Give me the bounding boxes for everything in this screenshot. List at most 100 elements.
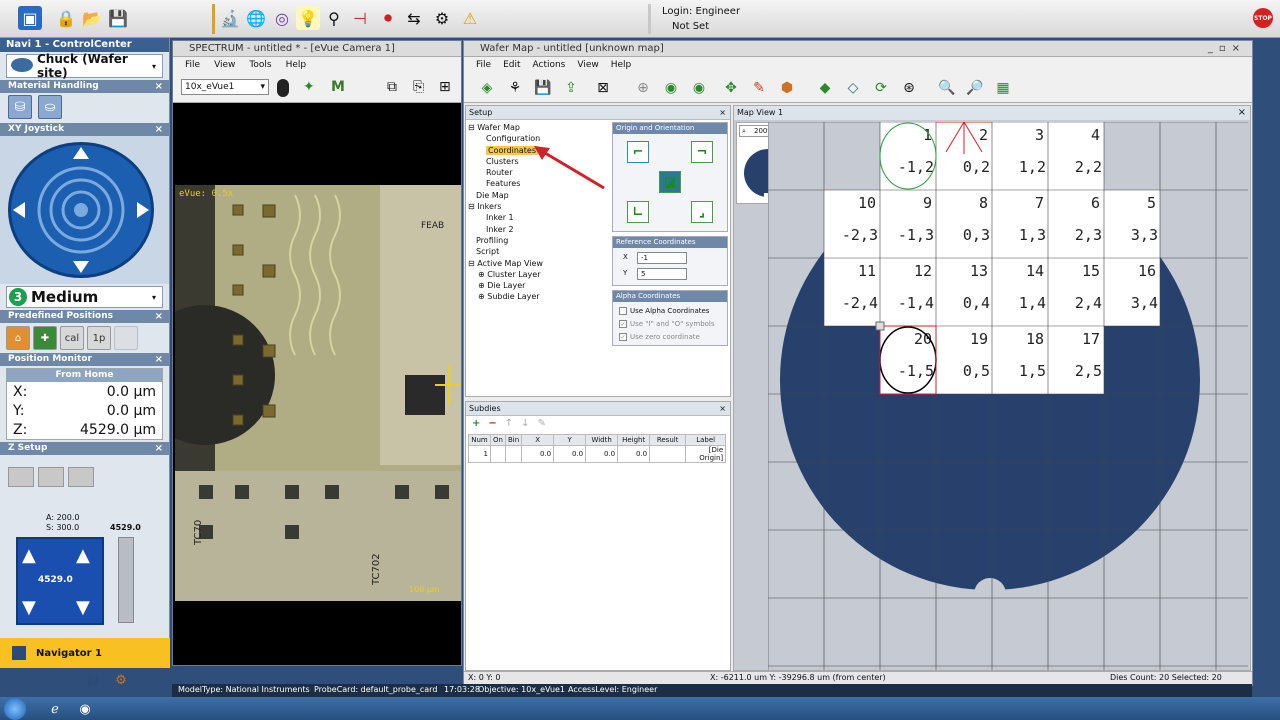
z-separate-icon[interactable] [38, 467, 64, 487]
origin-top-left-button[interactable]: ⌐ [627, 141, 649, 163]
lock-icon[interactable]: 🔒 [54, 6, 78, 30]
tree-item-inker-2[interactable]: Inker 2 [468, 224, 608, 235]
table-row[interactable]: 1 0.0 0.0 0.0 0.0 [Die Origin] [468, 445, 727, 463]
col-bin[interactable]: Bin [504, 434, 523, 446]
speed-selector[interactable]: 3 Medium ▾ [6, 286, 163, 308]
tree-item-configuration[interactable]: Configuration [468, 133, 608, 144]
use-alpha-checkbox[interactable]: Use Alpha Coordinates [619, 307, 709, 315]
chuck-selector[interactable]: Chuck (Wafer site) ▾ [6, 52, 163, 80]
record-icon[interactable]: ⏺ [376, 6, 400, 30]
measure-icon[interactable]: M [331, 79, 345, 95]
ink-icon[interactable]: ✎ [748, 77, 770, 99]
origin-bottom-right-button[interactable]: ⌟ [691, 201, 713, 223]
ref-x-input[interactable]: -1 [637, 252, 687, 264]
zoom-in-icon[interactable]: 🔍 [936, 77, 958, 99]
col-x[interactable]: X [521, 434, 555, 446]
z-contact-icon[interactable] [8, 467, 34, 487]
tree-item-die-layer[interactable]: ⊕ Die Layer [468, 280, 608, 291]
menu-file[interactable]: File [185, 60, 200, 70]
col-result[interactable]: Result [649, 434, 687, 446]
joystick-pad[interactable] [8, 142, 154, 278]
col-label[interactable]: Label [685, 434, 727, 446]
z-up-arrow-icon[interactable]: ▲ [22, 545, 36, 566]
1p-position-button[interactable]: 1p [87, 326, 111, 350]
settings-tray-icon[interactable]: ⚙ [112, 671, 130, 689]
tree-item-wafer-map[interactable]: ⊟ Wafer Map [468, 122, 608, 133]
tree-item-inker-1[interactable]: Inker 1 [468, 212, 608, 223]
menu-view[interactable]: View [214, 60, 235, 70]
z-down-arrow-icon[interactable]: ▼ [22, 597, 36, 618]
origin-center-button[interactable]: ◪ [659, 171, 681, 193]
profile-icon[interactable]: ⬢ [776, 77, 798, 99]
light-icon[interactable] [277, 79, 289, 97]
close-icon[interactable]: × [719, 106, 726, 120]
add-icon[interactable]: + [472, 418, 480, 429]
close-icon[interactable]: × [1238, 106, 1246, 120]
xy-joystick[interactable] [0, 136, 169, 284]
needle-icon[interactable]: ⊣ [348, 6, 372, 30]
col-height[interactable]: Height [617, 434, 651, 446]
probe-icon[interactable]: ⚲ [322, 6, 346, 30]
step-first-icon[interactable]: ⊕ [632, 77, 654, 99]
tree-item-cluster-layer[interactable]: ⊕ Cluster Layer [468, 269, 608, 280]
col-width[interactable]: Width [585, 434, 619, 446]
camera-settings-icon[interactable]: ⊞ [439, 79, 451, 95]
target-icon[interactable]: ◎ [270, 6, 294, 30]
move-to-icon[interactable]: ◆ [814, 77, 836, 99]
open-folder-icon[interactable]: 📂 [80, 6, 104, 30]
grid-icon[interactable]: ▦ [992, 77, 1014, 99]
new-map-icon[interactable]: ◈ [476, 77, 498, 99]
menu-tools[interactable]: Tools [249, 60, 271, 70]
step-prev-icon[interactable]: ◉ [660, 77, 682, 99]
run-icon[interactable]: ⊛ [898, 77, 920, 99]
light-bulb-icon[interactable]: 💡 [296, 6, 320, 30]
menu-actions[interactable]: Actions [533, 60, 566, 70]
tree-item-script[interactable]: Script [468, 246, 608, 257]
transfer-icon[interactable]: ⇆ [402, 6, 426, 30]
navigator-tab[interactable]: Navigator 1 [0, 638, 170, 668]
start-button[interactable] [4, 698, 26, 720]
close-icon[interactable]: × [719, 402, 726, 416]
z-control-pad[interactable]: ▲ ▲ 4529.0 ▼ ▼ [16, 537, 104, 625]
z-down-fast-icon[interactable]: ▼ [76, 597, 90, 618]
align-icon[interactable]: ✥ [720, 77, 742, 99]
snapshot-icon[interactable]: ⧉ [387, 79, 397, 95]
warning-icon[interactable]: ⚠ [458, 6, 482, 30]
move-home-icon[interactable]: ◇ [842, 77, 864, 99]
tree-item-subdie-layer[interactable]: ⊕ Subdie Layer [468, 291, 608, 302]
open-map-icon[interactable]: ⚘ [504, 77, 526, 99]
refresh-icon[interactable]: ⟳ [870, 77, 892, 99]
microscope-icon[interactable]: 🔬 [218, 6, 242, 30]
ref-y-input[interactable]: 5 [637, 268, 687, 280]
wafer-map-canvas[interactable]: 1-1,220,231,242,210-2,39-1,380,371,362,3… [768, 122, 1248, 670]
stop-button[interactable]: STOP [1253, 8, 1273, 28]
save-map-icon[interactable]: 💾 [532, 77, 554, 99]
origin-bottom-left-button[interactable]: ∟ [627, 201, 649, 223]
close-icon[interactable]: × [155, 353, 163, 366]
remove-icon[interactable]: − [488, 418, 496, 429]
tree-item-inkers[interactable]: ⊟ Inkers [468, 201, 608, 212]
zoom-out-icon[interactable]: 🔎 [964, 77, 986, 99]
menu-edit[interactable]: Edit [503, 60, 520, 70]
ie-icon[interactable]: ℯ [46, 700, 64, 718]
close-icon[interactable]: × [155, 310, 163, 323]
close-icon[interactable]: × [155, 123, 163, 136]
col-num[interactable]: Num [468, 434, 491, 446]
focus-icon[interactable]: ✦ [303, 79, 315, 95]
wafer-icon[interactable]: ⊠ [592, 77, 614, 99]
camera-live-image[interactable]: eVue: 0.5x FEAB TC70 TC702 100 µm [175, 185, 461, 601]
unload-wafer-icon[interactable]: ⛀ [38, 95, 62, 119]
load-wafer-icon[interactable]: ⛁ [8, 95, 32, 119]
tree-item-profiling[interactable]: Profiling [468, 235, 608, 246]
center-position-icon[interactable]: ✚ [33, 326, 57, 350]
save-icon[interactable]: 💾 [106, 6, 130, 30]
col-on[interactable]: On [490, 434, 506, 446]
close-icon[interactable]: × [155, 80, 163, 93]
gear-icon[interactable]: ⚙ [430, 6, 454, 30]
step-next-icon[interactable]: ◉ [688, 77, 710, 99]
globe-icon[interactable]: 🌐 [244, 6, 268, 30]
cal-position-button[interactable]: cal [60, 326, 84, 350]
document-icon[interactable]: ▤ [84, 671, 102, 689]
menu-help[interactable]: Help [286, 60, 307, 70]
home-position-icon[interactable]: ⌂ [6, 326, 30, 350]
